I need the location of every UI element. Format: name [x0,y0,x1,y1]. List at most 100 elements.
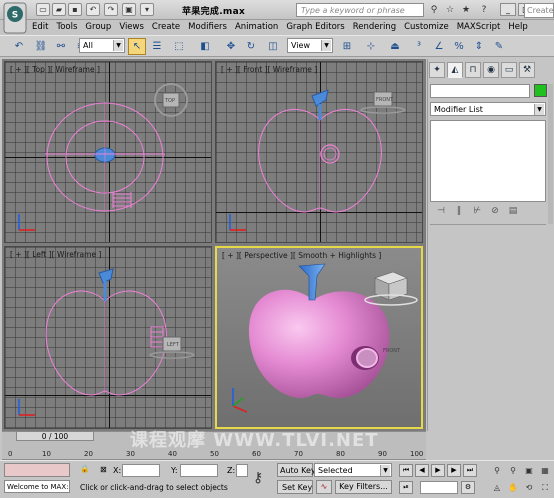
time-slider-thumb[interactable]: 0 / 100 [16,431,94,441]
viewport-label-front[interactable]: [ + ][ Front ][ Wireframe ] [221,65,317,74]
menu-edit[interactable]: Edit [28,20,52,34]
viewport-left[interactable]: [ + ][ Left ][ Wireframe ] LEFT [4,246,212,429]
maxscript-listener-mini[interactable] [4,463,70,477]
selection-filter-dropdown[interactable]: All ▼ [79,38,125,53]
motion-tab-icon[interactable]: ◉ [483,62,499,78]
modify-tab-icon[interactable]: ◭ [447,62,463,78]
menu-animation[interactable]: Animation [231,20,282,34]
configure-modifier-sets-icon[interactable]: ▤ [506,204,520,218]
object-color-swatch[interactable] [534,84,547,97]
save-file-icon[interactable]: ▪ [68,3,82,16]
time-config-icon[interactable]: ⚙ [461,481,475,494]
zoom-icon[interactable]: ⚲ [490,464,504,477]
orbit-icon[interactable]: ⟲ [522,481,536,494]
hierarchy-tab-icon[interactable]: ⊓ [465,62,481,78]
viewport-top[interactable]: [ + ][ Top ][ Wireframe ] TOP [4,61,212,243]
x-coord-field[interactable] [122,464,160,477]
goto-start-icon[interactable]: ⏮ [399,464,413,477]
play-icon[interactable]: ▶ [431,464,445,477]
set-key-filter-icon[interactable]: ∿ [316,480,332,494]
viewport-front[interactable]: [ + ][ Front ][ Wireframe ] FRONT [215,61,423,243]
make-unique-icon[interactable]: ⊬ [470,204,484,218]
goto-end-icon[interactable]: ⏭ [463,464,477,477]
new-file-icon[interactable]: ▭ [36,3,50,16]
rotate-icon[interactable]: ↻ [242,38,260,55]
app-logo-icon[interactable]: S [3,2,27,34]
keyboard-shortcut-icon[interactable]: ⏏ [386,38,404,55]
pin-stack-icon[interactable]: ⊣ [434,204,448,218]
unlink-icon[interactable]: ⚯ [52,38,70,55]
minimize-button[interactable]: _ [500,3,516,16]
menu-tools[interactable]: Tools [52,20,81,34]
snaps-toggle-icon[interactable]: ³ [410,38,428,55]
zoom-all-icon[interactable]: ⚲ [506,464,520,477]
viewcube-perspective-label[interactable]: FRONT [383,348,400,354]
welcome-message[interactable]: Welcome to MAX: [4,480,70,493]
next-frame-icon[interactable]: ▶ [447,464,461,477]
current-frame-field[interactable] [420,481,458,494]
favorites-icon[interactable]: ★ [460,4,472,16]
select-arrow-icon[interactable]: ↖ [128,38,146,55]
key-mode-dropdown[interactable]: Selected ▼ [314,463,392,477]
modifier-stack[interactable] [430,120,546,202]
zoom-extents-icon[interactable]: ▣ [522,464,536,477]
menu-graph-editors[interactable]: Graph Editors [282,20,348,34]
project-folder-icon[interactable]: ▣ [122,3,136,16]
lock-selection-icon[interactable]: 🔒 [80,464,89,473]
edit-named-selection-icon[interactable]: ✎ [490,38,508,55]
key-mode-toggle-icon[interactable]: ⏯ [399,481,413,494]
zoom-extents-all-icon[interactable]: ▦ [538,464,552,477]
quick-access-dropdown-icon[interactable]: ▾ [140,3,154,16]
move-icon[interactable]: ✥ [222,38,240,55]
angle-snap-icon[interactable]: ∠ [430,38,448,55]
absolute-mode-icon[interactable]: ⊠ [100,465,107,474]
viewport-label-left[interactable]: [ + ][ Left ][ Wireframe ] [10,250,101,259]
menu-rendering[interactable]: Rendering [349,20,400,34]
menu-customize[interactable]: Customize [400,20,453,34]
viewcube-front-label[interactable]: FRONT [376,97,393,103]
search-input[interactable]: Type a keyword or phrase [296,3,424,17]
viewport-perspective[interactable]: [ + ][ Perspective ][ Smooth + Highlight… [215,246,423,429]
pan-icon[interactable]: ✋ [506,481,520,494]
menu-group[interactable]: Group [81,20,115,34]
show-end-result-icon[interactable]: ‖ [452,204,466,218]
spinner-snap-icon[interactable]: ⇕ [470,38,488,55]
maximize-viewport-icon[interactable]: ⛶ [538,481,552,494]
menu-help[interactable]: Help [504,20,531,34]
menu-create[interactable]: Create [148,20,184,34]
modifier-list-dropdown[interactable]: Modifier List ▼ [430,102,546,116]
create-tab-icon[interactable]: ✦ [429,62,445,78]
subscription-icon[interactable]: ☆ [444,4,456,16]
binoculars-icon[interactable]: ⚲ [428,4,440,16]
undo-icon[interactable]: ↶ [86,3,100,16]
select-manipulate-icon[interactable]: ⊹ [362,38,380,55]
viewcube-left-label[interactable]: LEFT [167,342,179,348]
create-selection-set-input[interactable]: Create [524,3,554,18]
field-of-view-icon[interactable]: ◬ [490,481,504,494]
redo-icon[interactable]: ↷ [104,3,118,16]
viewport-label-top[interactable]: [ + ][ Top ][ Wireframe ] [10,65,100,74]
menu-modifiers[interactable]: Modifiers [184,20,231,34]
viewcube-top-label[interactable]: TOP [165,98,175,104]
scale-icon[interactable]: ◫ [264,38,282,55]
viewport-label-perspective[interactable]: [ + ][ Perspective ][ Smooth + Highlight… [222,251,381,260]
reference-coord-dropdown[interactable]: View ▼ [287,38,333,53]
undo-tool-icon[interactable]: ↶ [10,38,28,55]
select-link-icon[interactable]: ⛓ [32,38,50,55]
display-tab-icon[interactable]: ▭ [501,62,517,78]
percent-snap-icon[interactable]: % [450,38,468,55]
menu-views[interactable]: Views [115,20,148,34]
menu-maxscript[interactable]: MAXScript [453,20,505,34]
key-filters-button[interactable]: Key Filters... [335,480,392,494]
remove-modifier-icon[interactable]: ⊘ [488,204,502,218]
command-panel-scrollbar[interactable] [548,84,553,224]
pivot-center-icon[interactable]: ⊞ [338,38,356,55]
z-coord-field[interactable] [236,464,248,477]
prev-frame-icon[interactable]: ◀ [415,464,429,477]
object-name-field[interactable] [430,84,530,98]
rect-selection-icon[interactable]: ⬚ [170,38,188,55]
select-by-name-icon[interactable]: ☰ [148,38,166,55]
help-icon[interactable]: ? [478,4,490,16]
open-file-icon[interactable]: ▰ [52,3,66,16]
utilities-tab-icon[interactable]: ⚒ [519,62,535,78]
